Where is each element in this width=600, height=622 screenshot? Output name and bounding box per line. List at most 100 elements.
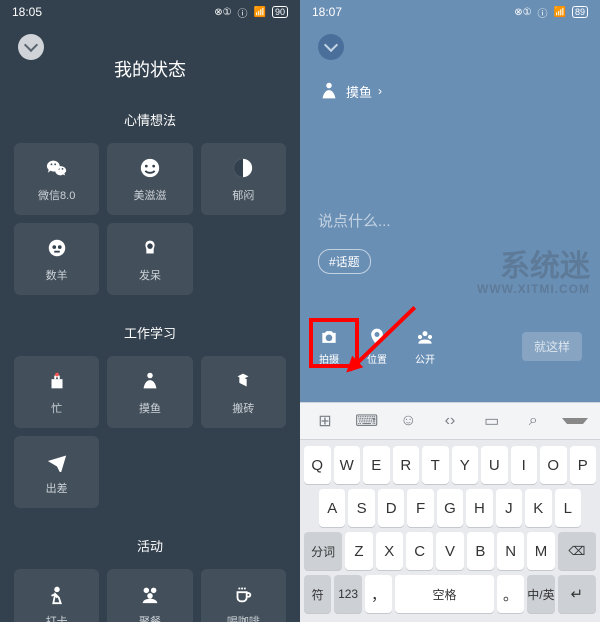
key[interactable]: 。 bbox=[497, 575, 524, 613]
tile-label: 摸鱼 bbox=[139, 400, 161, 416]
busy-icon bbox=[44, 368, 70, 394]
keyboard-tool-icon[interactable]: ⌨ bbox=[354, 411, 380, 431]
status-tile[interactable]: 发呆 bbox=[107, 223, 192, 295]
section-title: 活动 bbox=[0, 536, 300, 555]
tile-label: 打卡 bbox=[46, 613, 68, 622]
key[interactable]: U bbox=[481, 446, 508, 484]
key[interactable]: 123 bbox=[334, 575, 361, 613]
sheep-icon bbox=[44, 235, 70, 261]
key[interactable]: 分词 bbox=[304, 532, 342, 570]
hashtag-button[interactable]: #话题 bbox=[318, 249, 371, 274]
key[interactable]: 空格 bbox=[395, 575, 494, 613]
dinner-icon bbox=[137, 581, 163, 607]
key[interactable]: Z bbox=[345, 532, 372, 570]
key[interactable]: V bbox=[436, 532, 463, 570]
key[interactable]: G bbox=[437, 489, 463, 527]
watermark: 系统迷 WWW.XITMI.COM bbox=[477, 250, 590, 296]
page-title: 我的状态 bbox=[0, 56, 300, 82]
key[interactable]: D bbox=[378, 489, 404, 527]
tile-label: 数羊 bbox=[46, 267, 68, 283]
key[interactable]: I bbox=[511, 446, 538, 484]
public-icon bbox=[414, 326, 436, 348]
status-tile[interactable]: 郁闷 bbox=[201, 143, 286, 215]
status-tile[interactable]: 出差 bbox=[14, 436, 99, 508]
search-tool-icon[interactable]: ⌕ bbox=[520, 412, 546, 430]
emoji-tool-icon[interactable]: ☺ bbox=[395, 412, 421, 430]
status-tile[interactable]: 忙 bbox=[14, 356, 99, 428]
status-tile[interactable]: 喝咖啡 bbox=[201, 569, 286, 622]
key[interactable]: S bbox=[348, 489, 374, 527]
status-tile[interactable]: 微信8.0 bbox=[14, 143, 99, 215]
status-bar: 18:05 ⊗①ⓘ📶 90 bbox=[0, 0, 300, 24]
section: 心情想法微信8.0美滋滋郁闷数羊 发呆 bbox=[0, 110, 300, 295]
tile-label: 发呆 bbox=[139, 267, 161, 283]
key[interactable]: A bbox=[319, 489, 345, 527]
slack-icon bbox=[137, 368, 163, 394]
key[interactable]: X bbox=[376, 532, 403, 570]
tile-label: 聚餐 bbox=[139, 613, 161, 622]
status-icons: ⊗①ⓘ📶 90 bbox=[214, 5, 288, 20]
visibility-action[interactable]: 公开 bbox=[414, 326, 436, 366]
status-compose-screen: 18:07 ⊗①ⓘ📶 89 摸鱼 › 说点什么... #话题 系统迷 WWW.X… bbox=[300, 0, 600, 622]
status-tile[interactable]: 搬砖 bbox=[201, 356, 286, 428]
key[interactable]: ↵ bbox=[558, 575, 596, 613]
key[interactable]: Y bbox=[452, 446, 479, 484]
status-tile[interactable]: 聚餐 bbox=[107, 569, 192, 622]
key[interactable]: H bbox=[466, 489, 492, 527]
tile-label: 喝咖啡 bbox=[227, 613, 260, 622]
keyboard: ⊞ ⌨ ☺ ‹› ▭ ⌕ QWERTYUIOP ASDFGHJKL 分词ZXCV… bbox=[300, 402, 600, 622]
chevron-down-icon bbox=[324, 38, 338, 52]
key[interactable]: Q bbox=[304, 446, 331, 484]
battery-icon: 89 bbox=[572, 6, 588, 18]
status-bar: 18:07 ⊗①ⓘ📶 89 bbox=[300, 0, 600, 24]
key[interactable]: 符 bbox=[304, 575, 331, 613]
compose-input[interactable]: 说点什么... bbox=[318, 210, 582, 231]
key[interactable]: J bbox=[496, 489, 522, 527]
status-tile[interactable]: 美滋滋 bbox=[107, 143, 192, 215]
section-title: 心情想法 bbox=[0, 110, 300, 129]
key[interactable]: T bbox=[422, 446, 449, 484]
key[interactable]: E bbox=[363, 446, 390, 484]
brackets-tool-icon[interactable]: ‹› bbox=[437, 412, 463, 430]
key[interactable]: ， bbox=[365, 575, 392, 613]
smile-icon bbox=[137, 155, 163, 181]
moody-icon bbox=[230, 155, 256, 181]
key[interactable]: M bbox=[527, 532, 554, 570]
tile-label: 郁闷 bbox=[232, 187, 254, 203]
key[interactable]: B bbox=[467, 532, 494, 570]
key[interactable]: K bbox=[525, 489, 551, 527]
key[interactable]: F bbox=[407, 489, 433, 527]
key[interactable]: R bbox=[393, 446, 420, 484]
chevron-down-icon bbox=[24, 38, 38, 52]
section: 工作学习忙 摸鱼 搬砖出差 bbox=[0, 323, 300, 508]
key[interactable]: N bbox=[497, 532, 524, 570]
status-tile[interactable]: 数羊 bbox=[14, 223, 99, 295]
checkin-icon bbox=[44, 581, 70, 607]
section-title: 工作学习 bbox=[0, 323, 300, 342]
publish-button[interactable]: 就这样 bbox=[522, 332, 582, 361]
close-button[interactable] bbox=[18, 34, 44, 60]
close-button[interactable] bbox=[318, 34, 344, 60]
battery-icon: 90 bbox=[272, 6, 288, 18]
status-selector[interactable]: 摸鱼 › bbox=[318, 80, 582, 102]
brick-icon bbox=[230, 368, 256, 394]
key[interactable]: P bbox=[570, 446, 597, 484]
key[interactable]: W bbox=[334, 446, 361, 484]
wechat-icon bbox=[44, 155, 70, 181]
status-icons: ⊗①ⓘ📶 89 bbox=[514, 5, 588, 20]
status-tile[interactable]: 打卡 bbox=[14, 569, 99, 622]
clipboard-tool-icon[interactable]: ▭ bbox=[479, 411, 505, 431]
key[interactable]: L bbox=[555, 489, 581, 527]
collapse-keyboard-icon[interactable] bbox=[562, 418, 588, 424]
key[interactable]: C bbox=[406, 532, 433, 570]
status-picker-screen: 18:05 ⊗①ⓘ📶 90 我的状态 心情想法微信8.0美滋滋郁闷数羊 发呆工作学… bbox=[0, 0, 300, 622]
key[interactable]: ⌫ bbox=[558, 532, 596, 570]
clock: 18:07 bbox=[312, 5, 342, 19]
tile-label: 忙 bbox=[51, 400, 62, 416]
coffee-icon bbox=[230, 581, 256, 607]
grid-tool-icon[interactable]: ⊞ bbox=[312, 411, 338, 431]
tutorial-arrow bbox=[350, 368, 440, 372]
status-tile[interactable]: 摸鱼 bbox=[107, 356, 192, 428]
key[interactable]: 中/英 bbox=[527, 575, 554, 613]
key[interactable]: O bbox=[540, 446, 567, 484]
